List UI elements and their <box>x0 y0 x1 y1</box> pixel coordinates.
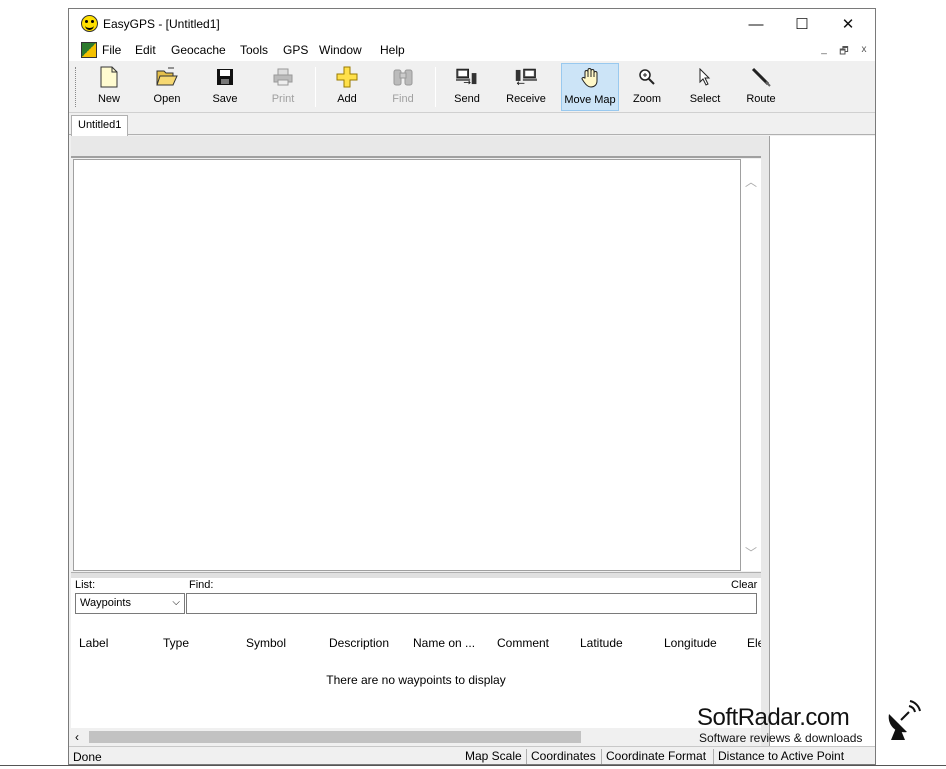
zoom-icon <box>636 66 658 88</box>
column-header-latitude[interactable]: Latitude <box>580 636 660 650</box>
status-text: Done <box>73 750 102 764</box>
column-header-label[interactable]: Label <box>79 636 159 650</box>
window-title: EasyGPS - [Untitled1] <box>103 17 220 31</box>
easygps-window: EasyGPS - [Untitled1] — ☐ ✕ File Edit Ge… <box>68 8 876 765</box>
mdi-minimize-button[interactable]: _ <box>817 44 831 55</box>
open-folder-icon <box>156 66 178 88</box>
empty-list-message: There are no waypoints to display <box>326 673 506 687</box>
pointer-icon <box>694 66 716 88</box>
status-map-scale: Map Scale <box>465 749 522 763</box>
mdi-restore-button[interactable]: 🗗 <box>837 44 851 61</box>
maximize-button[interactable]: ☐ <box>779 9 825 39</box>
document-tabstrip: Untitled1 <box>69 113 875 136</box>
binoculars-icon <box>392 66 414 88</box>
column-header-symbol[interactable]: Symbol <box>246 636 326 650</box>
column-header-longitude[interactable]: Longitude <box>664 636 744 650</box>
minimize-button[interactable]: — <box>733 9 779 39</box>
list-label: List: <box>75 579 96 591</box>
toolbar-separator <box>315 67 316 107</box>
side-panel <box>769 136 875 746</box>
printer-icon <box>272 66 294 88</box>
menu-bar: File Edit Geocache Tools GPS Window Help… <box>69 39 875 61</box>
list-horizontal-scrollbar[interactable]: ‹ <box>71 728 761 746</box>
find-label: Find: <box>189 579 214 591</box>
menu-help[interactable]: Help <box>380 43 405 57</box>
list-type-select[interactable]: Waypoints ⌵ <box>75 593 185 614</box>
watermark-subtitle: Software reviews & downloads <box>699 731 863 745</box>
status-coordinate-format: Coordinate Format <box>601 749 706 764</box>
select-button[interactable]: Select <box>683 63 727 111</box>
scroll-up-icon[interactable]: ︿ <box>745 173 757 190</box>
waypoint-list-panel: List: Find: Clear Waypoints ⌵ Label Type… <box>71 578 761 746</box>
receive-button[interactable]: Receive <box>501 63 551 111</box>
column-header-description[interactable]: Description <box>329 636 409 650</box>
new-button[interactable]: New <box>87 63 131 111</box>
add-plus-icon <box>336 66 358 88</box>
column-header-type[interactable]: Type <box>163 636 243 650</box>
satellite-dish-icon <box>888 700 921 740</box>
column-header-comment[interactable]: Comment <box>497 636 577 650</box>
menu-tools[interactable]: Tools <box>240 43 268 57</box>
document-system-icon[interactable] <box>81 42 97 58</box>
move-map-button[interactable]: Move Map <box>561 63 619 111</box>
map-vertical-scrollbar[interactable]: ︿ ﹀ <box>741 159 761 571</box>
map-header-bar <box>71 136 761 158</box>
column-header-elevation[interactable]: Ele <box>747 636 761 650</box>
menu-file[interactable]: File <box>102 43 121 57</box>
softradar-watermark: SoftRadar.com Software reviews & downloa… <box>697 700 921 750</box>
menu-edit[interactable]: Edit <box>135 43 156 57</box>
find-button[interactable]: Find <box>381 63 425 111</box>
status-distance-active-point: Distance to Active Point <box>713 749 844 764</box>
hand-icon <box>579 67 601 89</box>
page-bottom-rule <box>0 765 946 766</box>
title-bar[interactable]: EasyGPS - [Untitled1] — ☐ ✕ <box>69 9 875 39</box>
add-button[interactable]: Add <box>325 63 369 111</box>
toolbar-separator <box>435 67 436 107</box>
clear-button[interactable]: Clear <box>731 579 757 591</box>
route-button[interactable]: Route <box>739 63 783 111</box>
list-type-value: Waypoints <box>80 597 131 609</box>
zoom-button[interactable]: Zoom <box>625 63 669 111</box>
tab-untitled1[interactable]: Untitled1 <box>71 115 129 136</box>
pane-divider[interactable] <box>761 136 769 746</box>
open-button[interactable]: Open <box>145 63 189 111</box>
chevron-down-icon: ⌵ <box>172 597 180 608</box>
receive-from-gps-icon <box>515 66 537 88</box>
column-header-name-on-gps[interactable]: Name on ... <box>413 636 493 650</box>
menu-gps[interactable]: GPS <box>283 43 308 57</box>
scroll-down-icon[interactable]: ﹀ <box>745 544 757 561</box>
map-canvas[interactable] <box>73 159 741 571</box>
scrollbar-thumb[interactable] <box>89 731 581 743</box>
scroll-left-icon[interactable]: ‹ <box>75 730 79 744</box>
print-button[interactable]: Print <box>261 63 305 111</box>
route-pencil-icon <box>750 66 772 88</box>
smiley-app-icon <box>81 15 98 32</box>
watermark-title: SoftRadar.com <box>697 704 850 731</box>
close-button[interactable]: ✕ <box>825 9 871 39</box>
new-document-icon <box>98 66 120 88</box>
find-input[interactable] <box>186 593 757 614</box>
toolbar-grip[interactable] <box>75 67 78 107</box>
menu-window[interactable]: Window <box>319 43 362 57</box>
send-button[interactable]: Send <box>445 63 489 111</box>
save-disk-icon <box>214 66 236 88</box>
save-button[interactable]: Save <box>203 63 247 111</box>
mdi-close-button[interactable]: x <box>857 44 871 55</box>
send-to-gps-icon <box>456 66 478 88</box>
menu-geocache[interactable]: Geocache <box>171 43 226 57</box>
main-toolbar: New Open Save Print Add Find Send Receiv… <box>69 61 875 113</box>
status-coordinates: Coordinates <box>526 749 596 764</box>
waypoint-column-headers: Label Type Symbol Description Name on ..… <box>71 636 761 654</box>
